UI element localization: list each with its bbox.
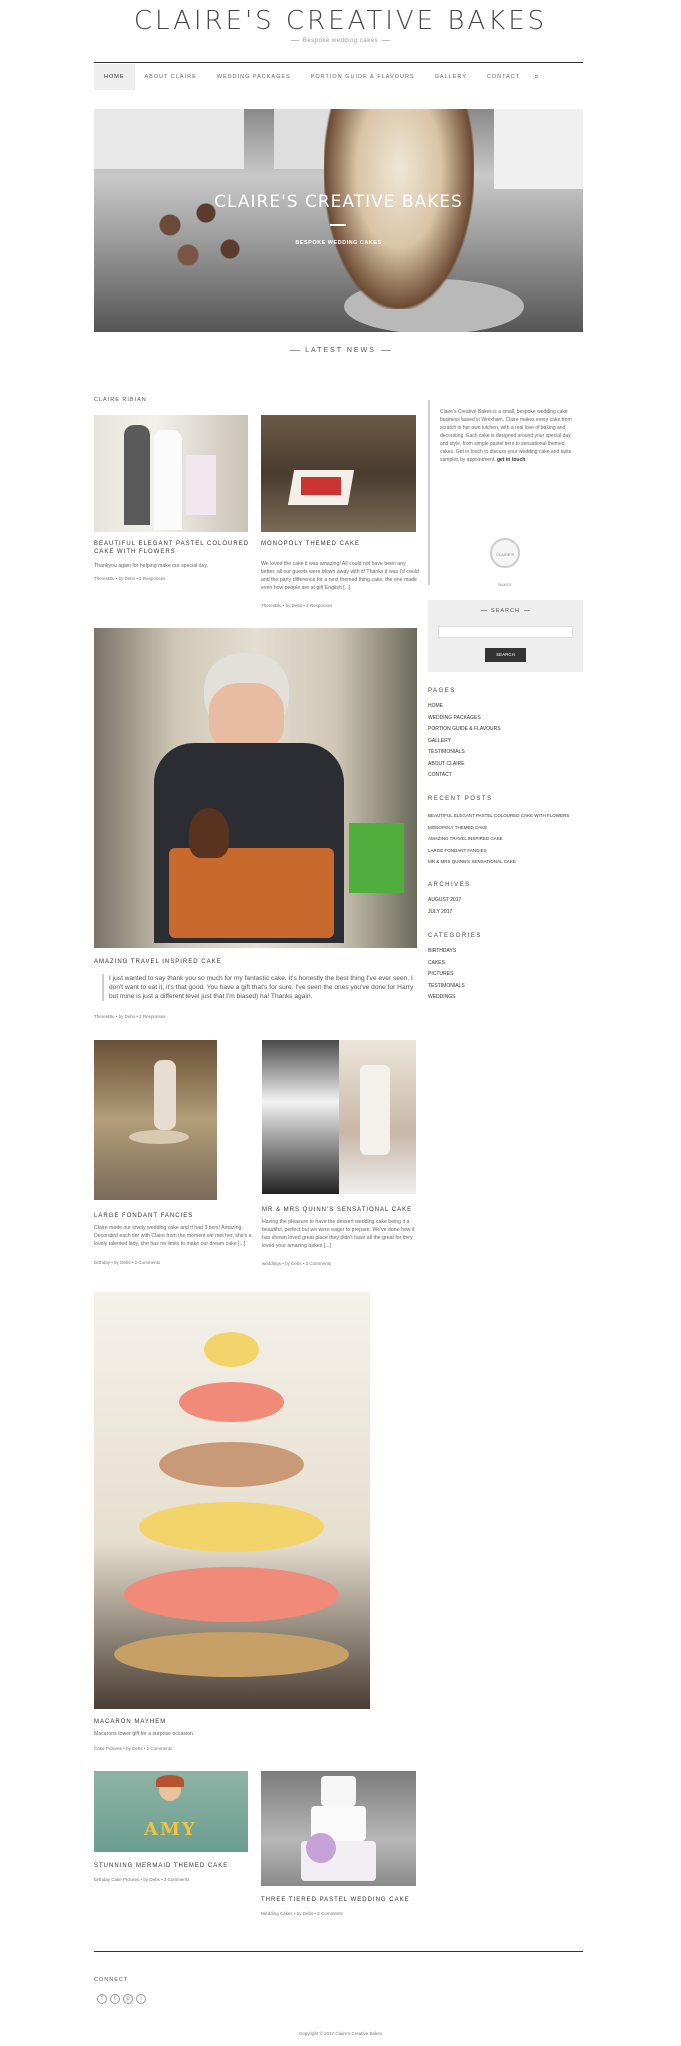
pages-widget-title: PAGES	[428, 688, 456, 694]
recent-post-item[interactable]: MR & MRS QUINN'S SENSATIONAL CAKE	[428, 856, 569, 868]
nav-gallery[interactable]: GALLERY	[425, 64, 477, 90]
recent-post-item[interactable]: BEAUTIFUL ELEGANT PASTEL COLOURED CAKE W…	[428, 810, 569, 822]
post-meta[interactable]: weddings • by Debs • 2 Comments	[262, 1261, 331, 1266]
post-excerpt: Claire made our lovely wedding cake and …	[94, 1225, 252, 1247]
post-image-mermaid-cake[interactable]: AMY	[94, 1771, 248, 1852]
search-input[interactable]	[438, 626, 573, 638]
search-widget: SEARCH SEARCH	[428, 600, 583, 672]
pinterest-icon[interactable]: p	[123, 1994, 133, 2004]
latest-news-heading: LATEST NEWS	[0, 347, 681, 354]
post-image-pastel-wedding-cake[interactable]	[261, 1771, 416, 1886]
post-excerpt: Macarons tower gift for a surprise occas…	[94, 1731, 195, 1737]
footer-divider	[94, 1951, 583, 1952]
post-title[interactable]: STUNNING MERMAID THEMED CAKE	[94, 1862, 254, 1870]
post-image-pastel-cake[interactable]	[94, 415, 248, 532]
pages-item[interactable]: TESTIMONIALS	[428, 747, 501, 759]
category-item[interactable]: TESTIMONIALS	[428, 981, 465, 993]
archives-title: ARCHIVES	[428, 882, 471, 888]
about-widget: Claire's Creative Bakes is a small, besp…	[428, 400, 583, 587]
hero-divider	[330, 224, 346, 226]
twitter-icon[interactable]: t	[110, 1994, 120, 2004]
hero-title: CLAIRE'S CREATIVE BAKES	[214, 192, 463, 212]
copyright: Copyright © 2017 Claire's Creative Bakes	[299, 2031, 382, 2036]
post-title[interactable]: LARGE FONDANT FANCIES	[94, 1212, 254, 1220]
archive-label: CLAIRE RIBIAN	[94, 397, 147, 403]
hero-subtitle: BESPOKE WEDDING CAKES	[295, 240, 382, 246]
archive-item[interactable]: JULY 2017	[428, 907, 461, 919]
recent-post-item[interactable]: AMAZING TRAVEL INSPIRED CAKE	[428, 833, 569, 845]
post-image-quinn-cake[interactable]	[262, 1040, 416, 1194]
site-title[interactable]: CLAIRE'S CREATIVE BAKES	[0, 6, 681, 36]
pages-item[interactable]: CONTACT	[428, 770, 501, 782]
bakes-badge-logo: CLAIRE'S BAKES	[490, 538, 520, 587]
post-title[interactable]: AMAZING TRAVEL INSPIRED CAKE	[94, 958, 414, 966]
archives-list: AUGUST 2017 JULY 2017	[428, 895, 461, 918]
category-item[interactable]: WEDDINGS	[428, 992, 465, 1004]
archive-item[interactable]: AUGUST 2017	[428, 895, 461, 907]
recent-post-item[interactable]: MONOPOLY THEMED CAKE	[428, 822, 569, 834]
post-title[interactable]: MONOPOLY THEMED CAKE	[261, 540, 421, 548]
nav-portion-guide[interactable]: PORTION GUIDE & FLAVOURS	[301, 64, 425, 90]
pages-item[interactable]: WEDDING PACKAGES	[428, 713, 501, 725]
category-item[interactable]: PICTURES	[428, 969, 465, 981]
recent-post-item[interactable]: LARGE FONDANT FANCIES	[428, 845, 569, 857]
facebook-icon[interactable]: f	[97, 1994, 107, 2004]
nav-about-claire[interactable]: ABOUT CLAIRE	[135, 64, 207, 90]
pages-item[interactable]: ABOUT CLAIRE	[428, 759, 501, 771]
nav-contact[interactable]: CONTACT	[477, 64, 530, 90]
post-image-monopoly-cake[interactable]	[261, 415, 416, 532]
post-title[interactable]: MR & MRS QUINN'S SENSATIONAL CAKE	[262, 1206, 422, 1214]
nav-wedding-packages[interactable]: WEDDING PACKAGES	[207, 64, 301, 90]
pages-item[interactable]: HOME	[428, 701, 501, 713]
post-meta[interactable]: birthday • by Debs • 2 Comments	[94, 1260, 160, 1265]
post-meta[interactable]: TheresBlu • by Debs • 2 Responses	[94, 576, 165, 581]
categories-title: CATEGORIES	[428, 933, 482, 939]
post-title[interactable]: BEAUTIFUL ELEGANT PASTEL COLOURED CAKE W…	[94, 540, 254, 556]
site-tagline: Bespoke wedding cakes	[0, 38, 681, 44]
search-button[interactable]: SEARCH	[485, 648, 526, 662]
main-nav: HOME ABOUT CLAIRE WEDDING PACKAGES PORTI…	[94, 62, 583, 90]
post-image-travel-cake[interactable]	[94, 628, 417, 948]
post-meta[interactable]: TheresBlu • by Debs • 2 Responses	[94, 1014, 165, 1019]
about-link[interactable]: get in touch	[497, 457, 525, 463]
testimonial-quote: I just wanted to say thank you so much f…	[102, 974, 417, 1001]
search-icon[interactable]: ⌕	[534, 72, 538, 82]
hero-banner: CLAIRE'S CREATIVE BAKES BESPOKE WEDDING …	[94, 109, 583, 332]
categories-list: BIRTHDAYS CAKES PICTURES TESTIMONIALS WE…	[428, 946, 465, 1004]
post-meta[interactable]: TheresBlu • by Debs • 2 Responses	[261, 603, 332, 608]
post-meta[interactable]: Wedding Cakes • by Debs • 2 Comments	[261, 1911, 343, 1916]
post-excerpt: We loved the cake it was amazing! All co…	[261, 561, 419, 591]
post-title[interactable]: THREE TIERED PASTEL WEDDING CAKE	[261, 1896, 421, 1904]
post-excerpt: Having the pleasure to have the dessert …	[262, 1219, 415, 1249]
recent-posts-title: RECENT POSTS	[428, 796, 493, 802]
connect-heading: CONNECT	[94, 1977, 129, 1983]
post-meta[interactable]: Cake Pictures • by Debs • 2 Comments	[94, 1746, 172, 1751]
category-item[interactable]: BIRTHDAYS	[428, 946, 465, 958]
post-title[interactable]: MACARON MAYHEM	[94, 1718, 294, 1726]
nav-home[interactable]: HOME	[94, 63, 135, 90]
category-item[interactable]: CAKES	[428, 958, 465, 970]
instagram-icon[interactable]: i	[136, 1994, 146, 2004]
post-image-fondant-fancies[interactable]	[94, 1040, 217, 1200]
pages-item[interactable]: PORTION GUIDE & FLAVOURS	[428, 724, 501, 736]
search-widget-title: SEARCH	[428, 608, 583, 614]
post-image-macaron-tower[interactable]	[94, 1292, 370, 1709]
recent-posts-list: BEAUTIFUL ELEGANT PASTEL COLOURED CAKE W…	[428, 810, 569, 868]
post-excerpt: Thankyou again for helping make our spec…	[94, 563, 209, 569]
pages-list: HOME WEDDING PACKAGES PORTION GUIDE & FL…	[428, 701, 501, 782]
post-meta[interactable]: birthday Cake Pictures • by Debs • 2 Com…	[94, 1877, 189, 1882]
pages-item[interactable]: GALLERY	[428, 736, 501, 748]
about-text: Claire's Creative Bakes is a small, besp…	[440, 409, 572, 463]
